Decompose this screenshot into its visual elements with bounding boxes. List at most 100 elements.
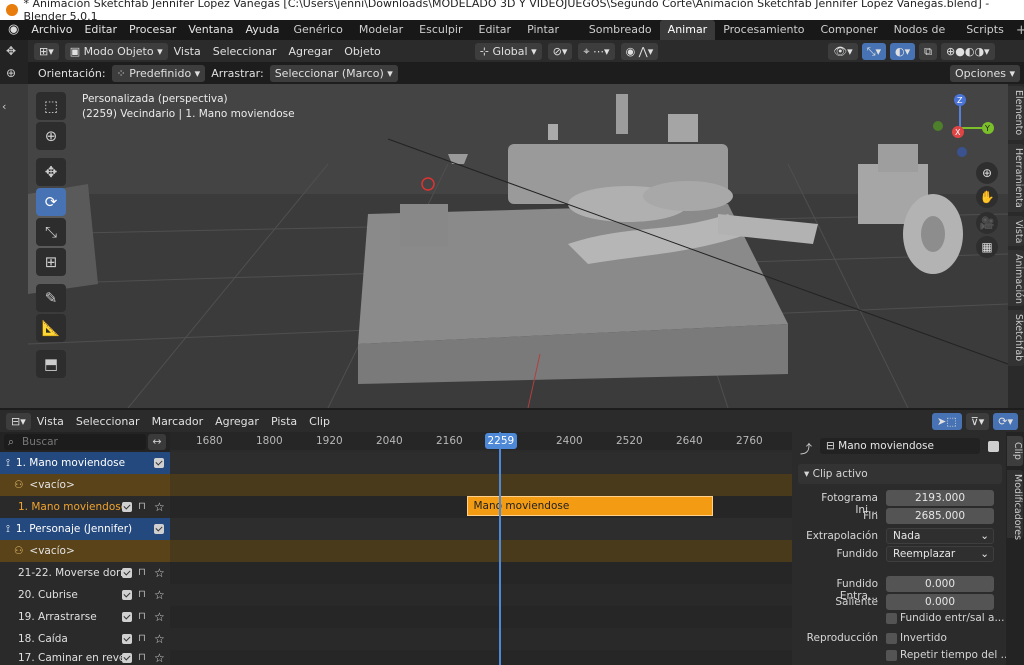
menu-agregar[interactable]: Agregar <box>282 45 338 58</box>
xray-icon[interactable]: ⧉ <box>919 42 938 60</box>
auto-blend-checkbox[interactable] <box>886 613 897 624</box>
solo-star-icon[interactable]: ☆ <box>154 606 166 628</box>
tab-elemento[interactable]: Elemento <box>1008 86 1024 140</box>
menu-objeto[interactable]: Objeto <box>338 45 387 58</box>
track-enable-checkbox[interactable] <box>154 524 164 534</box>
nla-menu-seleccionar[interactable]: Seleccionar <box>70 415 146 428</box>
track-strip-20[interactable]: 20. Cubrise ⊓ ☆ <box>0 584 170 606</box>
options-dropdown[interactable]: Opciones ▾ <box>950 64 1020 82</box>
menu-archivo[interactable]: Archivo <box>25 20 78 40</box>
menu-procesar[interactable]: Procesar <box>123 20 182 40</box>
drag-dropdown[interactable]: Seleccionar (Marco) ▾ <box>269 64 398 82</box>
transform-tool-icon[interactable]: ⊞ <box>36 248 66 276</box>
track-mute-checkbox[interactable] <box>122 502 132 512</box>
tab-modificadores[interactable]: Modificadores <box>1007 470 1023 540</box>
menu-vista[interactable]: Vista <box>168 45 207 58</box>
rotate-tool-icon[interactable]: ⟳ <box>36 188 66 216</box>
nla-menu-agregar[interactable]: Agregar <box>209 415 265 428</box>
tab-procesamiento[interactable]: Procesamiento <box>715 20 812 40</box>
annotate-tool-icon[interactable]: ✎ <box>36 284 66 312</box>
add-cube-tool-icon[interactable]: ⬒ <box>36 350 66 378</box>
track-action-empty-2[interactable]: ⚇ <vacío> <box>0 540 170 562</box>
sync-length-checkbox[interactable] <box>886 650 897 661</box>
menu-seleccionar[interactable]: Seleccionar <box>207 45 283 58</box>
strip-active-checkbox[interactable] <box>988 441 999 452</box>
strip-name-field[interactable]: ⊟ Mano moviendose <box>820 438 980 454</box>
nla-strip-mano[interactable]: Mano moviendose <box>466 496 713 516</box>
settings-icon[interactable]: ⊕ <box>6 66 16 80</box>
frame-start-field[interactable]: 2193.000 <box>886 490 994 506</box>
zoom-icon[interactable]: ⊕ <box>976 162 998 184</box>
proportional-edit-icon[interactable]: ◉ ⋀▾ <box>620 42 659 60</box>
blend-in-field[interactable]: 0.000 <box>886 576 994 592</box>
tab-sombreado[interactable]: Sombreado <box>581 20 660 40</box>
track-mute-checkbox[interactable] <box>122 568 132 578</box>
gizmo-toggle-icon[interactable]: ⤡▾ <box>861 42 887 60</box>
current-frame-label[interactable]: 2259 <box>484 433 518 449</box>
track-action-empty-1[interactable]: ⚇ <vacío> <box>0 474 170 496</box>
solo-star-icon[interactable]: ☆ <box>154 496 166 518</box>
track-strip-21-22[interactable]: 21-22. Moverse dormid ⊓ ☆ <box>0 562 170 584</box>
tab-animar[interactable]: Animar <box>659 20 716 40</box>
menu-ayuda[interactable]: Ayuda <box>240 20 286 40</box>
frame-ruler[interactable]: 1680 1800 1920 2040 2160 2400 2520 2640 … <box>170 432 792 450</box>
track-strip-17[interactable]: 17. Caminar en reversa ⊓ ☆ <box>0 650 170 665</box>
track-strip-mano[interactable]: 1. Mano moviendose ⊓ ☆ <box>0 496 170 518</box>
editor-type-button[interactable]: ⊞▾ <box>34 42 59 60</box>
lock-icon[interactable]: ⊓ <box>138 612 148 622</box>
nla-menu-clip[interactable]: Clip <box>303 415 336 428</box>
extrapolation-dropdown[interactable]: Nada ⌄ <box>886 528 994 544</box>
tab-herramienta[interactable]: Herramienta <box>1008 144 1024 212</box>
expand-arrow-icon[interactable]: ‹ <box>2 100 6 113</box>
tab-generico[interactable]: Genérico <box>285 20 350 40</box>
tab-esculpir[interactable]: Esculpir <box>411 20 470 40</box>
scale-tool-icon[interactable]: ⤡ <box>36 218 66 246</box>
tab-animacion[interactable]: Animación <box>1008 250 1024 306</box>
track-mute-checkbox[interactable] <box>122 612 132 622</box>
solo-star-icon[interactable]: ☆ <box>154 628 166 650</box>
orientation-dropdown[interactable]: ⁘ Predefinido ▾ <box>111 64 206 82</box>
solo-star-icon[interactable]: ☆ <box>154 562 166 584</box>
move-tool-icon[interactable]: ✥ <box>36 158 66 186</box>
3d-viewport[interactable] <box>28 84 1008 408</box>
transform-orientation-dropdown[interactable]: ⊹ Global ▾ <box>474 42 542 60</box>
tab-pintar-texturas[interactable]: Pintar texturas <box>519 20 581 56</box>
nla-search-input[interactable]: ⌕ Buscar <box>4 434 146 450</box>
track-mute-checkbox[interactable] <box>122 590 132 600</box>
add-workspace-icon[interactable]: + <box>1016 23 1024 38</box>
navigation-gizmo[interactable]: Z Y X <box>930 92 1000 162</box>
track-strip-18[interactable]: 18. Caída ⊓ ☆ <box>0 628 170 650</box>
tab-editar-uv[interactable]: Editar UV <box>471 20 520 56</box>
pan-hand-icon[interactable]: ✋ <box>976 186 998 208</box>
tab-vista[interactable]: Vista <box>1008 216 1024 246</box>
track-strip-19[interactable]: 19. Arrastrarse ⊓ ☆ <box>0 606 170 628</box>
playhead[interactable] <box>498 432 501 665</box>
menu-editar[interactable]: Editar <box>78 20 123 40</box>
tab-nodos-geometria[interactable]: Nodos de geometría <box>886 20 959 56</box>
nla-editor-type-button[interactable]: ⊟▾ <box>6 412 31 430</box>
lock-icon[interactable]: ⊓ <box>138 590 148 600</box>
lock-icon[interactable]: ⊓ <box>138 634 148 644</box>
blender-menu-icon[interactable]: ◉ <box>8 23 19 37</box>
tab-scripts[interactable]: Scripts <box>958 20 1012 40</box>
track-enable-checkbox[interactable] <box>154 458 164 468</box>
perspective-grid-icon[interactable]: ▦ <box>976 236 998 258</box>
nla-menu-marcador[interactable]: Marcador <box>146 415 210 428</box>
nla-timeline[interactable]: 1680 1800 1920 2040 2160 2400 2520 2640 … <box>170 432 792 665</box>
reversed-checkbox[interactable] <box>886 633 897 644</box>
tab-sketchfab[interactable]: Sketchfab <box>1008 310 1024 366</box>
shading-modes-icon[interactable]: ⊕●◐◑▾ <box>941 42 995 60</box>
lock-icon[interactable]: ⊓ <box>138 568 148 578</box>
track-mute-checkbox[interactable] <box>122 634 132 644</box>
tab-componer[interactable]: Componer <box>813 20 886 40</box>
blending-dropdown[interactable]: Reemplazar ⌄ <box>886 546 994 562</box>
snap-icon[interactable]: ⌖ ⋯▾ <box>578 42 615 60</box>
nla-menu-pista[interactable]: Pista <box>265 415 303 428</box>
frame-end-field[interactable]: 2685.000 <box>886 508 994 524</box>
solo-star-icon[interactable]: ☆ <box>154 584 166 606</box>
menu-ventana[interactable]: Ventana <box>182 20 239 40</box>
track-object-personaje[interactable]: ⟟ 1. Personaje (Jennifer) <box>0 518 170 540</box>
solo-star-icon[interactable]: ☆ <box>154 650 166 665</box>
blend-out-field[interactable]: 0.000 <box>886 594 994 610</box>
overlay-toggle-icon[interactable]: ◐▾ <box>890 42 916 60</box>
